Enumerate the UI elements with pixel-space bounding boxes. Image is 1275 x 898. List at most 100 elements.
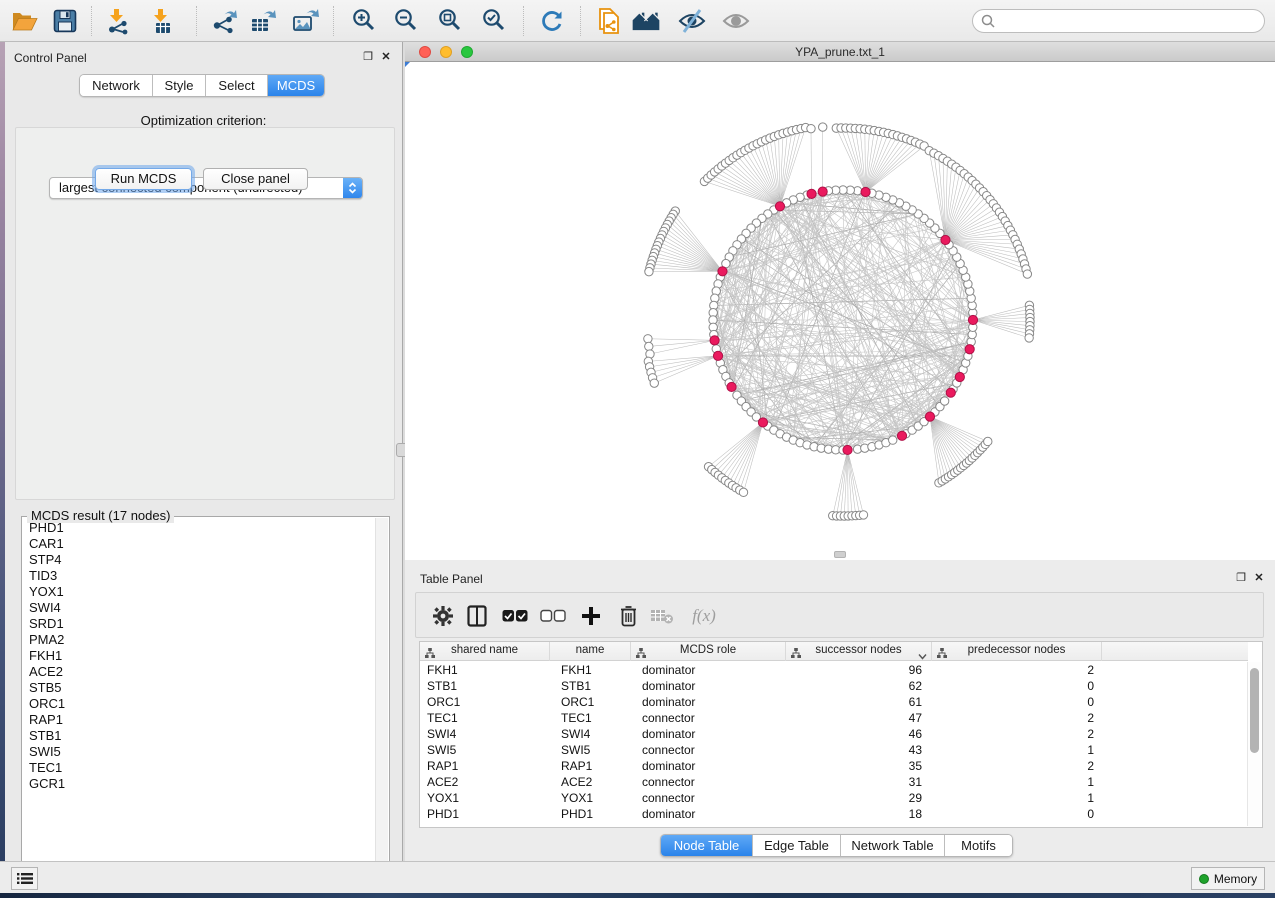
network-hub-node[interactable] [718,267,727,276]
mcds-result-item[interactable]: STB5 [23,680,374,696]
tab-network-table[interactable]: Network Table [841,835,945,856]
table-row[interactable]: STB1STB1dominator620 [420,678,1248,694]
mcds-result-item[interactable]: ORC1 [23,696,374,712]
export-image-icon[interactable] [290,7,320,35]
add-column-icon[interactable] [576,602,606,630]
network-hub-node[interactable] [861,187,870,196]
mcds-result-item[interactable]: TID3 [23,568,374,584]
column-header-successor-nodes[interactable]: successor nodes [786,642,932,661]
column-header-name[interactable]: name [550,642,631,661]
splitter-grip-icon[interactable] [834,551,846,558]
table-row[interactable]: RAP1RAP1dominator352 [420,758,1248,774]
table-row[interactable]: ACE2ACE2connector311 [420,774,1248,790]
table-row[interactable]: PHD1PHD1dominator180 [420,806,1248,822]
tab-select[interactable]: Select [206,75,268,96]
tab-network[interactable]: Network [80,75,153,96]
open-session-icon[interactable] [595,7,625,35]
zoom-out-icon[interactable] [391,7,421,35]
unselect-all-icon[interactable] [538,602,568,630]
mcds-result-item[interactable]: YOX1 [23,584,374,600]
tab-style[interactable]: Style [153,75,206,96]
memory-button[interactable]: Memory [1191,867,1265,890]
gear-icon[interactable] [428,602,458,630]
network-hub-node[interactable] [946,388,955,397]
run-mcds-button[interactable]: Run MCDS [95,168,192,190]
network-hub-node[interactable] [727,382,736,391]
mcds-result-item[interactable]: TEC1 [23,760,374,776]
column-header-MCDS-role[interactable]: MCDS role [631,642,786,661]
mcds-result-item[interactable]: SWI4 [23,600,374,616]
network-node[interactable] [940,397,948,405]
select-all-icon[interactable] [500,602,530,630]
network-hub-node[interactable] [713,351,722,360]
refresh-icon[interactable] [537,7,567,35]
import-network-icon[interactable] [104,7,134,35]
table-row[interactable]: ORC1ORC1dominator610 [420,694,1248,710]
tab-mcds[interactable]: MCDS [268,75,324,96]
network-hub-node[interactable] [818,187,827,196]
close-panel-button[interactable]: Close panel [203,168,308,190]
table-row[interactable]: YOX1YOX1connector291 [420,790,1248,806]
table-row[interactable]: TEC1TEC1connector472 [420,710,1248,726]
table-scrollbar[interactable] [1247,662,1261,826]
export-network-icon[interactable] [210,7,240,35]
column-header-predecessor-nodes[interactable]: predecessor nodes [932,642,1102,661]
network-node[interactable] [644,335,652,343]
network-hub-node[interactable] [955,372,964,381]
tab-node-table[interactable]: Node Table [661,835,753,856]
network-hub-node[interactable] [925,412,934,421]
network-hub-node[interactable] [843,445,852,454]
search-input[interactable] [1000,14,1264,28]
zoom-fit-icon[interactable] [435,7,465,35]
tab-motifs[interactable]: Motifs [945,835,1012,856]
network-hub-node[interactable] [897,431,906,440]
network-graph[interactable] [405,62,1275,560]
import-table-icon[interactable] [148,7,178,35]
table-row[interactable]: SWI5SWI5connector431 [420,742,1248,758]
search-field[interactable] [972,9,1265,33]
mcds-result-item[interactable]: CAR1 [23,536,374,552]
task-history-button[interactable] [11,867,38,890]
network-hub-node[interactable] [775,202,784,211]
mcds-result-item[interactable]: PMA2 [23,632,374,648]
mcds-result-item[interactable]: STP4 [23,552,374,568]
network-hub-node[interactable] [941,235,950,244]
mcds-result-item[interactable]: SWI5 [23,744,374,760]
network-node[interactable] [859,511,867,519]
hide-selected-icon[interactable] [677,7,707,35]
network-window-titlebar[interactable]: YPA_prune.txt_1 [405,42,1275,62]
home-icon[interactable] [631,7,661,35]
close-panel-icon[interactable]: ✕ [379,49,393,63]
network-node[interactable] [819,123,827,131]
mcds-result-item[interactable]: GCR1 [23,776,374,792]
scrollbar-thumb[interactable] [1250,668,1259,753]
mcds-result-item[interactable]: FKH1 [23,648,374,664]
mcds-result-item[interactable]: RAP1 [23,712,374,728]
network-node[interactable] [645,267,653,275]
close-panel-icon[interactable]: ✕ [1252,570,1266,584]
zoom-selected-icon[interactable] [479,7,509,35]
network-hub-node[interactable] [710,336,719,345]
network-node[interactable] [650,379,658,387]
delete-column-icon[interactable] [613,602,643,630]
float-panel-icon[interactable]: ❐ [361,49,375,63]
table-row[interactable]: FKH1FKH1dominator962 [420,662,1248,678]
network-hub-node[interactable] [807,189,816,198]
float-panel-icon[interactable]: ❐ [1234,570,1248,584]
network-node[interactable] [1023,270,1031,278]
network-hub-node[interactable] [968,315,977,324]
network-view-canvas[interactable] [405,62,1275,560]
show-columns-icon[interactable] [462,602,492,630]
network-node[interactable] [1025,334,1033,342]
mcds-result-item[interactable]: STB1 [23,728,374,744]
mcds-result-item[interactable]: SRD1 [23,616,374,632]
network-node[interactable] [984,437,992,445]
mcds-list-scrollbar[interactable] [375,518,388,878]
network-node[interactable] [807,124,815,132]
save-session-icon[interactable] [50,7,80,35]
mcds-result-item[interactable]: ACE2 [23,664,374,680]
export-table-icon[interactable] [248,7,278,35]
panel-splitter-horizontal[interactable] [405,560,1275,568]
open-folder-icon[interactable] [10,7,40,35]
tab-edge-table[interactable]: Edge Table [753,835,841,856]
